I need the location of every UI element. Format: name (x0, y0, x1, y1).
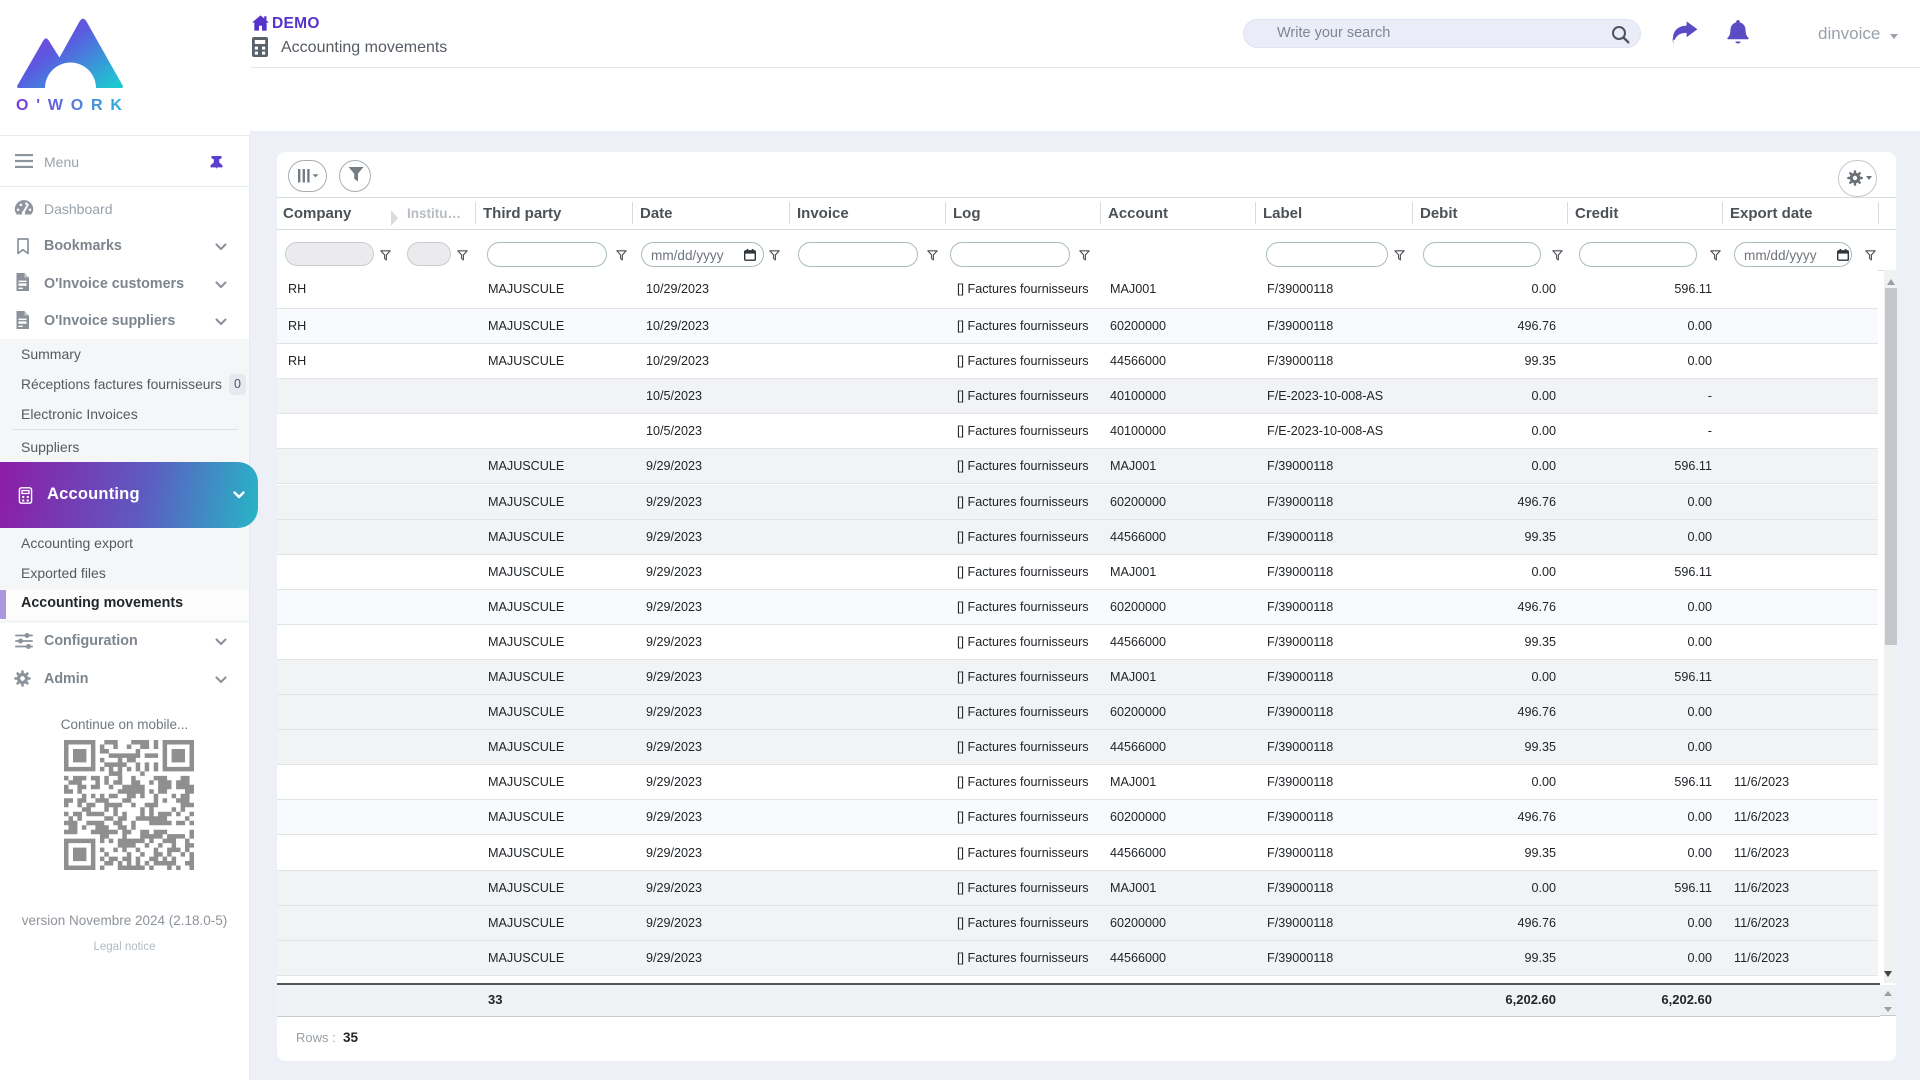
svg-text:O'WORK: O'WORK (16, 97, 124, 112)
